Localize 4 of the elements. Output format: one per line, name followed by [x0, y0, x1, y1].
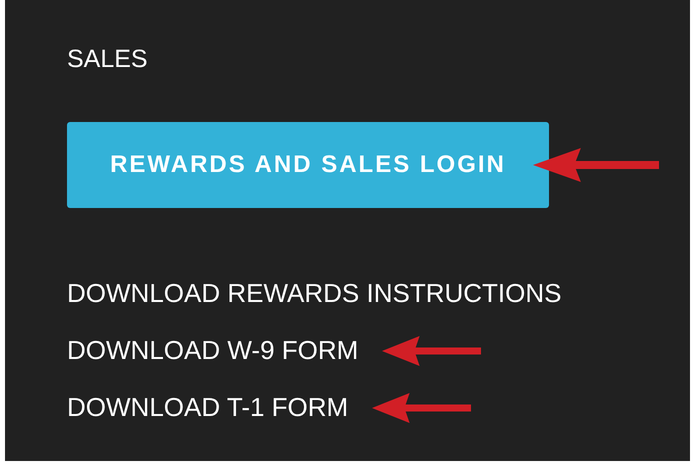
section-title: SALES	[67, 44, 149, 75]
download-link[interactable]: DOWNLOAD T-1 FORM	[67, 391, 348, 424]
download-link[interactable]: DOWNLOAD W-9 FORM	[67, 334, 358, 367]
download-link[interactable]: DOWNLOAD REWARDS INSTRUCTIONS	[67, 277, 562, 310]
